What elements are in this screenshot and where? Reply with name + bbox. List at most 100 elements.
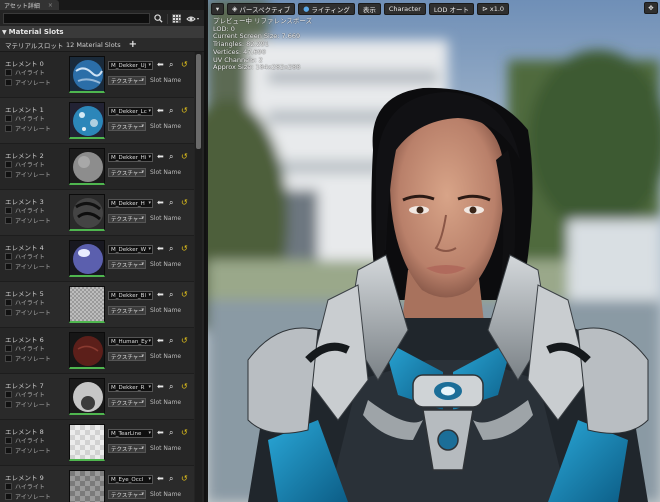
material-thumbnail[interactable] bbox=[69, 148, 105, 185]
texture-combo[interactable]: テクスチャー ▾ bbox=[108, 214, 146, 223]
material-thumbnail[interactable] bbox=[69, 424, 105, 461]
use-selected-arrow-icon[interactable]: ⬅ bbox=[157, 152, 164, 161]
isolate-checkbox[interactable] bbox=[5, 79, 12, 86]
use-selected-arrow-icon[interactable]: ⬅ bbox=[157, 198, 164, 207]
browse-icon[interactable]: ⌕ bbox=[169, 428, 173, 438]
material-thumbnail[interactable] bbox=[69, 286, 105, 323]
texture-combo[interactable]: テクスチャー ▾ bbox=[108, 444, 146, 453]
isolate-checkbox[interactable] bbox=[5, 493, 12, 500]
use-selected-arrow-icon[interactable]: ⬅ bbox=[157, 336, 164, 345]
use-selected-arrow-icon[interactable]: ⬅ bbox=[157, 290, 164, 299]
preview-viewport[interactable]: ▾ ◈ パースペクティブ ● ライティング 表示 Character LOD オ… bbox=[208, 0, 660, 502]
highlight-checkbox[interactable] bbox=[5, 115, 12, 122]
highlight-checkbox[interactable] bbox=[5, 437, 12, 444]
reset-to-default-icon[interactable]: ↺ bbox=[181, 290, 188, 299]
use-selected-arrow-icon[interactable]: ⬅ bbox=[157, 382, 164, 391]
material-thumbnail[interactable] bbox=[69, 240, 105, 277]
isolate-checkbox[interactable] bbox=[5, 401, 12, 408]
camera-move-button[interactable]: ✥ bbox=[644, 2, 658, 14]
browse-icon[interactable]: ⌕ bbox=[169, 474, 173, 484]
reset-to-default-icon[interactable]: ↺ bbox=[181, 152, 188, 161]
isolate-checkbox[interactable] bbox=[5, 447, 12, 454]
highlight-checkbox[interactable] bbox=[5, 207, 12, 214]
use-selected-arrow-icon[interactable]: ⬅ bbox=[157, 428, 164, 437]
browse-icon[interactable]: ⌕ bbox=[169, 382, 173, 392]
texture-combo[interactable]: テクスチャー ▾ bbox=[108, 398, 146, 407]
material-picker-combo[interactable]: M_Dekker_Bl ▾ bbox=[108, 291, 153, 300]
texture-combo[interactable]: テクスチャー ▾ bbox=[108, 122, 146, 131]
use-selected-arrow-icon[interactable]: ⬅ bbox=[157, 106, 164, 115]
material-picker-combo[interactable]: M_Dekker_Hi ▾ bbox=[108, 153, 153, 162]
material-thumbnail[interactable] bbox=[69, 102, 105, 139]
material-thumbnail[interactable] bbox=[69, 194, 105, 231]
browse-icon[interactable]: ⌕ bbox=[169, 244, 173, 254]
texture-combo[interactable]: テクスチャー ▾ bbox=[108, 76, 146, 85]
reset-to-default-icon[interactable]: ↺ bbox=[181, 382, 188, 391]
reset-to-default-icon[interactable]: ↺ bbox=[181, 428, 188, 437]
tab-asset-details[interactable]: アセット詳細 × bbox=[0, 0, 59, 10]
search-input[interactable] bbox=[3, 13, 150, 24]
isolate-checkbox[interactable] bbox=[5, 217, 12, 224]
isolate-checkbox[interactable] bbox=[5, 171, 12, 178]
highlight-checkbox[interactable] bbox=[5, 299, 12, 306]
play-speed-button[interactable]: ⊳ x1.0 bbox=[477, 3, 510, 15]
close-icon[interactable]: × bbox=[48, 2, 53, 9]
reset-to-default-icon[interactable]: ↺ bbox=[181, 198, 188, 207]
eye-icon[interactable] bbox=[185, 13, 201, 24]
material-picker-combo[interactable]: M_Dekker_Uj ▾ bbox=[108, 61, 153, 70]
add-slot-button[interactable]: + bbox=[129, 39, 137, 50]
character-button[interactable]: Character bbox=[383, 3, 426, 15]
scrollbar-thumb[interactable] bbox=[196, 54, 201, 149]
reset-to-default-icon[interactable]: ↺ bbox=[181, 244, 188, 253]
grid-view-icon[interactable] bbox=[171, 13, 182, 24]
material-picker-combo[interactable]: M_Dekker_W ▾ bbox=[108, 245, 153, 254]
material-picker-combo[interactable]: M_Dekker_H ▾ bbox=[108, 199, 153, 208]
material-thumbnail[interactable] bbox=[69, 378, 105, 415]
lod-button[interactable]: LOD オート bbox=[428, 3, 474, 15]
use-selected-arrow-icon[interactable]: ⬅ bbox=[157, 474, 164, 483]
lighting-button[interactable]: ● ライティング bbox=[298, 3, 355, 15]
highlight-checkbox[interactable] bbox=[5, 253, 12, 260]
texture-combo[interactable]: テクスチャー ▾ bbox=[108, 352, 146, 361]
browse-icon[interactable]: ⌕ bbox=[169, 106, 173, 116]
material-thumbnail[interactable] bbox=[69, 56, 105, 93]
material-thumbnail[interactable] bbox=[69, 332, 105, 369]
material-picker-combo[interactable]: M_Dekker_Lc ▾ bbox=[108, 107, 153, 116]
perspective-button[interactable]: ◈ パースペクティブ bbox=[227, 3, 296, 15]
use-selected-arrow-icon[interactable]: ⬅ bbox=[157, 60, 164, 69]
reset-to-default-icon[interactable]: ↺ bbox=[181, 474, 188, 483]
browse-icon[interactable]: ⌕ bbox=[169, 198, 173, 208]
viewport-options-button[interactable]: ▾ bbox=[211, 3, 224, 15]
reset-to-default-icon[interactable]: ↺ bbox=[181, 60, 188, 69]
highlight-checkbox[interactable] bbox=[5, 69, 12, 76]
isolate-checkbox[interactable] bbox=[5, 309, 12, 316]
material-thumbnail[interactable] bbox=[69, 470, 105, 502]
texture-combo[interactable]: テクスチャー ▾ bbox=[108, 306, 146, 315]
material-picker-combo[interactable]: M_Eye_Occl ▾ bbox=[108, 475, 153, 484]
highlight-checkbox[interactable] bbox=[5, 161, 12, 168]
texture-combo[interactable]: テクスチャー ▾ bbox=[108, 490, 146, 499]
show-button[interactable]: 表示 bbox=[357, 3, 381, 15]
reset-to-default-icon[interactable]: ↺ bbox=[181, 336, 188, 345]
texture-combo[interactable]: テクスチャー ▾ bbox=[108, 168, 146, 177]
highlight-checkbox[interactable] bbox=[5, 391, 12, 398]
highlight-checkbox[interactable] bbox=[5, 483, 12, 490]
material-picker-combo[interactable]: M_Human_Ey ▾ bbox=[108, 337, 153, 346]
highlight-label: ハイライト bbox=[15, 346, 45, 353]
browse-icon[interactable]: ⌕ bbox=[169, 60, 173, 70]
isolate-checkbox[interactable] bbox=[5, 125, 12, 132]
use-selected-arrow-icon[interactable]: ⬅ bbox=[157, 244, 164, 253]
reset-to-default-icon[interactable]: ↺ bbox=[181, 106, 188, 115]
details-scrollbar[interactable] bbox=[195, 52, 202, 502]
isolate-checkbox[interactable] bbox=[5, 355, 12, 362]
category-material-slots[interactable]: ▼ Material Slots bbox=[0, 26, 204, 38]
browse-icon[interactable]: ⌕ bbox=[169, 290, 173, 300]
material-picker-combo[interactable]: M_Dekker_R ▾ bbox=[108, 383, 153, 392]
material-picker-combo[interactable]: M_TearLine ▾ bbox=[108, 429, 153, 438]
isolate-checkbox[interactable] bbox=[5, 263, 12, 270]
texture-combo[interactable]: テクスチャー ▾ bbox=[108, 260, 146, 269]
browse-icon[interactable]: ⌕ bbox=[169, 336, 173, 346]
search-icon[interactable] bbox=[153, 13, 164, 24]
highlight-checkbox[interactable] bbox=[5, 345, 12, 352]
browse-icon[interactable]: ⌕ bbox=[169, 152, 173, 162]
